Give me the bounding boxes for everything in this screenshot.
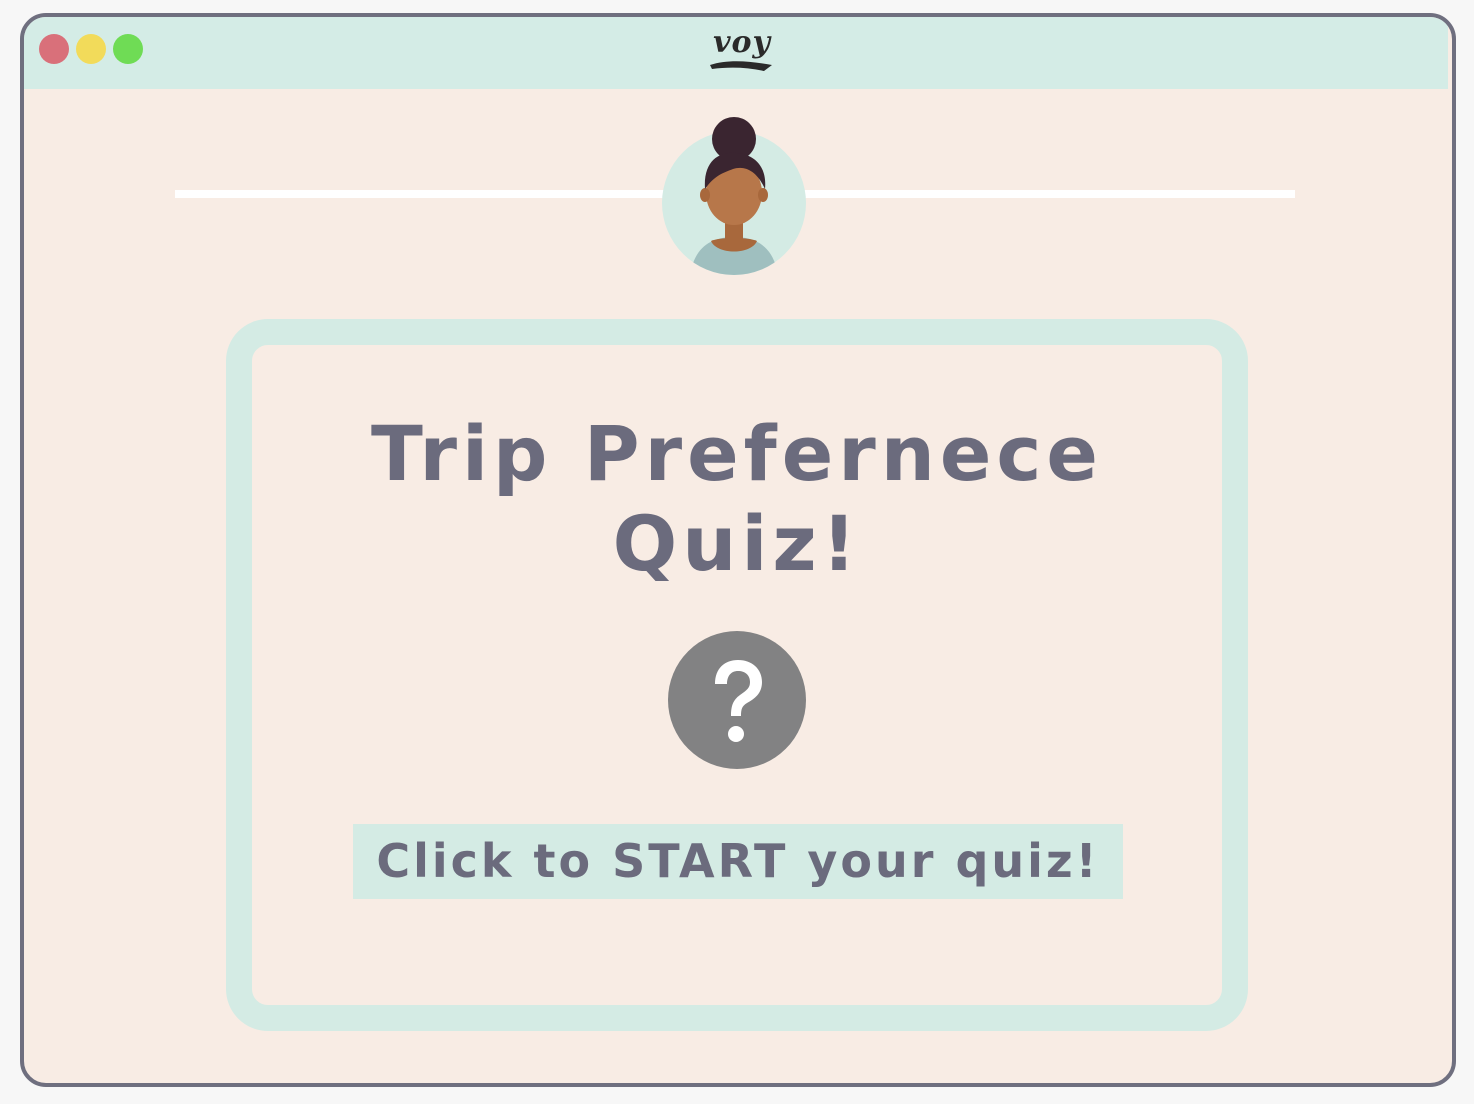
question-mark-icon — [667, 630, 807, 770]
app-logo: voy — [706, 25, 778, 79]
woman-avatar-icon — [661, 115, 807, 275]
logo-swoosh-icon — [710, 61, 772, 71]
maximize-window-button[interactable] — [113, 34, 143, 64]
close-window-button[interactable] — [39, 34, 69, 64]
quiz-title: Trip Prefernece Quiz! — [371, 409, 1103, 588]
quiz-card: Trip Prefernece Quiz! Click to START you… — [226, 319, 1248, 1031]
app-window: voy Trip Prefernece Quiz! Click to START… — [20, 13, 1456, 1087]
title-bar: voy — [24, 17, 1448, 89]
minimize-window-button[interactable] — [76, 34, 106, 64]
start-quiz-button[interactable]: Click to START your quiz! — [353, 824, 1123, 899]
